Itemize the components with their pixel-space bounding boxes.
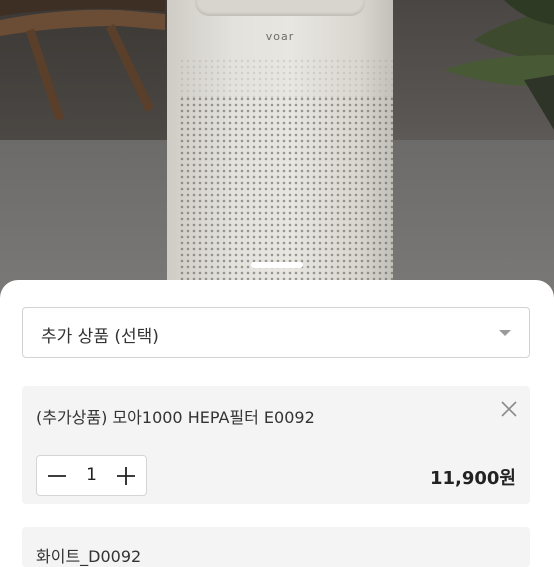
selected-item-card: (추가상품) 모아1000 HEPA필터 E0092 1 11,900원 xyxy=(22,386,530,504)
product-image[interactable]: voar xyxy=(0,0,554,300)
image-page-indicator xyxy=(251,262,303,268)
close-icon[interactable] xyxy=(500,400,518,418)
quantity-stepper: 1 xyxy=(36,455,147,496)
plant-image xyxy=(444,0,554,130)
option-bottom-sheet: 추가 상품 (선택) (추가상품) 모아1000 HEPA필터 E0092 1 … xyxy=(0,280,554,567)
air-purifier-image: voar xyxy=(167,0,393,300)
increase-quantity-button[interactable] xyxy=(108,456,144,495)
item-price: 11,900원 xyxy=(429,468,516,489)
rattan-chair-image xyxy=(0,0,165,120)
purifier-grille xyxy=(179,96,393,300)
purifier-top xyxy=(195,0,365,16)
selected-item-card: 화이트_D0092 xyxy=(22,527,530,567)
plus-icon xyxy=(117,466,135,485)
decrease-quantity-button[interactable] xyxy=(39,456,75,495)
additional-product-select[interactable]: 추가 상품 (선택) xyxy=(22,307,530,358)
select-label: 추가 상품 (선택) xyxy=(41,327,159,347)
selected-item-name: (추가상품) 모아1000 HEPA필터 E0092 xyxy=(36,408,315,427)
minus-icon xyxy=(48,474,66,477)
quantity-value[interactable]: 1 xyxy=(75,465,108,485)
brand-logo: voar xyxy=(265,30,295,43)
selected-item-name: 화이트_D0092 xyxy=(36,547,142,566)
chevron-down-icon xyxy=(499,330,511,336)
purifier-texture xyxy=(179,58,393,98)
